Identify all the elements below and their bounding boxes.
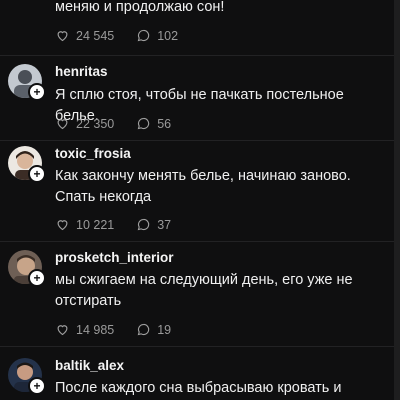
like-count: 10 221 [76, 217, 115, 232]
like-count: 22 350 [76, 116, 115, 131]
username[interactable]: henritas [55, 64, 108, 79]
like-count: 14 985 [76, 322, 115, 337]
follow-plus-icon[interactable]: + [28, 165, 46, 183]
heart-outline-icon [57, 119, 68, 130]
speech-bubble-icon [137, 218, 150, 231]
reply-count: 19 [157, 322, 172, 337]
reply-count: 56 [157, 116, 172, 131]
comment-text: Как закончу менять белье, начинаю заново… [55, 168, 351, 205]
reply-button[interactable]: 56 [136, 116, 171, 131]
reply-button[interactable]: 19 [136, 322, 171, 337]
speech-bubble-icon [137, 323, 150, 336]
like-button[interactable]: 22 350 [55, 116, 114, 131]
follow-plus-icon[interactable]: + [28, 269, 46, 287]
comment-text: мы сжигаем на следующий день, его уже не… [55, 272, 353, 309]
avatar-container[interactable]: + [8, 358, 46, 395]
reply-button[interactable]: 37 [136, 217, 171, 232]
scrollbar[interactable] [394, 0, 400, 400]
like-button[interactable]: 14 985 [55, 322, 114, 337]
avatar-container[interactable]: + [8, 250, 46, 287]
like-button[interactable]: 24 545 [55, 28, 114, 43]
username[interactable]: toxic_frosia [55, 146, 131, 161]
comment-text: меняю и продолжаю сон! [55, 0, 225, 15]
avatar-container[interactable]: + [8, 146, 46, 183]
speech-bubble-icon [137, 29, 150, 42]
username[interactable]: prosketch_interior [55, 250, 174, 265]
comment-partial: меняю и продолжаю сон! 24 545 102 [0, 0, 394, 54]
avatar-container[interactable]: + [8, 64, 46, 101]
like-button[interactable]: 10 221 [55, 217, 114, 232]
follow-plus-icon[interactable]: + [28, 83, 46, 101]
username[interactable]: baltik_alex [55, 358, 124, 373]
follow-plus-icon[interactable]: + [28, 377, 46, 395]
reply-count: 37 [157, 217, 172, 232]
speech-bubble-icon [137, 117, 150, 130]
reply-button[interactable]: 102 [136, 28, 178, 43]
comment-item: + prosketch_interior мы сжигаем на следу… [0, 242, 394, 346]
comment-actions: 24 545 102 [55, 28, 178, 43]
comment-actions: 22 350 56 [55, 116, 171, 131]
comment-item: + henritas Я сплю стоя, чтобы не пачкать… [0, 56, 394, 140]
comment-item: + baltik_alex После каждого сна выбрасыв… [0, 347, 394, 400]
heart-outline-icon [57, 220, 68, 231]
heart-outline-icon [57, 31, 68, 42]
comment-item: + toxic_frosia Как закончу менять белье,… [0, 141, 394, 241]
reply-count: 102 [157, 28, 179, 43]
like-count: 24 545 [76, 28, 115, 43]
comment-actions: 14 985 19 [55, 322, 171, 337]
heart-outline-icon [57, 325, 68, 336]
comment-text: После каждого сна выбрасываю кровать и [55, 380, 342, 396]
comment-actions: 10 221 37 [55, 217, 171, 232]
